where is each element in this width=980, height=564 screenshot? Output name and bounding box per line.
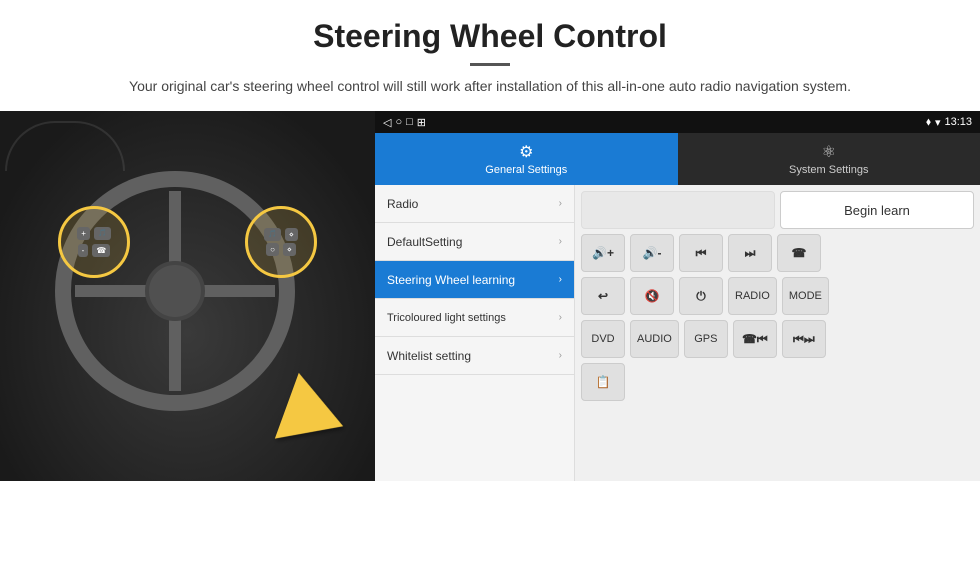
control-row-2: ↩ 🔇 ⏻ RADIO MODE xyxy=(581,277,974,315)
prev-track-button[interactable]: ⏮ xyxy=(679,234,723,272)
page-title: Steering Wheel Control xyxy=(60,18,920,55)
control-row-1: 🔊+ 🔊- ⏮ ⏭ ☎ xyxy=(581,234,974,272)
header-description: Your original car's steering wheel contr… xyxy=(60,76,920,97)
nav-icons: ◁ ○ □ ⊞ xyxy=(383,116,426,129)
steering-wheel-image: + 🎵 - ☎ 🎵 ⋄ ○ ⋄ xyxy=(0,111,375,481)
dvd-button[interactable]: DVD xyxy=(581,320,625,358)
content-area: + 🎵 - ☎ 🎵 ⋄ ○ ⋄ xyxy=(0,111,980,481)
menu-item-radio[interactable]: Radio › xyxy=(375,185,574,223)
chevron-right-icon: › xyxy=(559,350,562,361)
chevron-right-icon: › xyxy=(559,312,562,323)
circle-right-buttons: 🎵 ⋄ ○ ⋄ xyxy=(245,206,317,278)
system-icon: ⚛ xyxy=(822,142,836,162)
tab-general[interactable]: ⚙ General Settings xyxy=(375,133,678,185)
control-row-3: DVD AUDIO GPS ☎⏮ ⏮⏭ xyxy=(581,320,974,358)
gps-button[interactable]: GPS xyxy=(684,320,728,358)
tab-system-label: System Settings xyxy=(789,164,868,176)
tab-system[interactable]: ⚛ System Settings xyxy=(678,133,980,185)
control-grid: Begin learn 🔊+ 🔊- ⏮ xyxy=(575,185,980,481)
back-icon[interactable]: ◁ xyxy=(383,116,391,129)
vol-down-icon: 🔊- xyxy=(643,246,662,260)
prev-next-icon: ⏮⏭ xyxy=(793,332,815,347)
control-row-0: Begin learn xyxy=(581,191,974,229)
wifi-icon: ▾ xyxy=(935,116,941,129)
home-icon[interactable]: ○ xyxy=(395,116,402,128)
control-row-4: 📋 xyxy=(581,363,974,401)
answer-button[interactable]: ↩ xyxy=(581,277,625,315)
settings-menu: Radio › DefaultSetting › Steering Wheel … xyxy=(375,185,575,481)
phone-button[interactable]: ☎ xyxy=(777,234,821,272)
main-split: Radio › DefaultSetting › Steering Wheel … xyxy=(375,185,980,481)
begin-learn-button[interactable]: Begin learn xyxy=(780,191,974,229)
phone-prev-button[interactable]: ☎⏮ xyxy=(733,320,777,358)
mute-button[interactable]: 🔇 xyxy=(630,277,674,315)
phone-prev-icon: ☎⏮ xyxy=(742,332,768,347)
menu-item-tricoloured[interactable]: Tricoloured light settings › xyxy=(375,299,574,337)
list-button[interactable]: 📋 xyxy=(581,363,625,401)
empty-slot xyxy=(581,191,775,229)
status-bar: ◁ ○ □ ⊞ ⬧ ▾ 13:13 xyxy=(375,111,980,133)
vol-down-button[interactable]: 🔊- xyxy=(630,234,674,272)
audio-button[interactable]: AUDIO xyxy=(630,320,679,358)
clock: 13:13 xyxy=(944,116,972,128)
chevron-right-icon: › xyxy=(559,198,562,209)
power-icon: ⏻ xyxy=(696,289,706,304)
android-ui: ◁ ○ □ ⊞ ⬧ ▾ 13:13 ⚙ General Settings xyxy=(375,111,980,481)
circle-left-buttons: + 🎵 - ☎ xyxy=(58,206,130,278)
direction-arrow xyxy=(285,381,345,451)
title-divider xyxy=(470,63,510,66)
menu-item-steering[interactable]: Steering Wheel learning › xyxy=(375,261,574,299)
settings-tabs: ⚙ General Settings ⚛ System Settings xyxy=(375,133,980,185)
location-icon: ⬧ xyxy=(926,116,931,129)
chevron-right-icon: › xyxy=(559,236,562,247)
menu-item-default[interactable]: DefaultSetting › xyxy=(375,223,574,261)
list-icon: 📋 xyxy=(596,375,611,389)
recents-icon[interactable]: □ xyxy=(406,116,413,128)
vol-up-icon: 🔊+ xyxy=(592,246,614,260)
power-button[interactable]: ⏻ xyxy=(679,277,723,315)
gear-icon: ⚙ xyxy=(519,142,533,162)
mute-icon: 🔇 xyxy=(645,289,660,303)
next-track-button[interactable]: ⏭ xyxy=(728,234,772,272)
prev-track-icon: ⏮ xyxy=(696,246,707,261)
next-track-icon: ⏭ xyxy=(745,246,756,261)
menu-item-whitelist[interactable]: Whitelist setting › xyxy=(375,337,574,375)
tab-general-label: General Settings xyxy=(485,164,567,176)
vol-up-button[interactable]: 🔊+ xyxy=(581,234,625,272)
phone-icon: ☎ xyxy=(792,246,807,260)
answer-icon: ↩ xyxy=(598,289,608,303)
radio-button[interactable]: RADIO xyxy=(728,277,777,315)
menu-icon[interactable]: ⊞ xyxy=(417,116,426,129)
chevron-right-icon: › xyxy=(559,274,562,285)
status-icons-right: ⬧ ▾ 13:13 xyxy=(926,116,972,129)
prev-next-button[interactable]: ⏮⏭ xyxy=(782,320,826,358)
header: Steering Wheel Control Your original car… xyxy=(0,0,980,107)
page-container: Steering Wheel Control Your original car… xyxy=(0,0,980,481)
mode-button[interactable]: MODE xyxy=(782,277,829,315)
